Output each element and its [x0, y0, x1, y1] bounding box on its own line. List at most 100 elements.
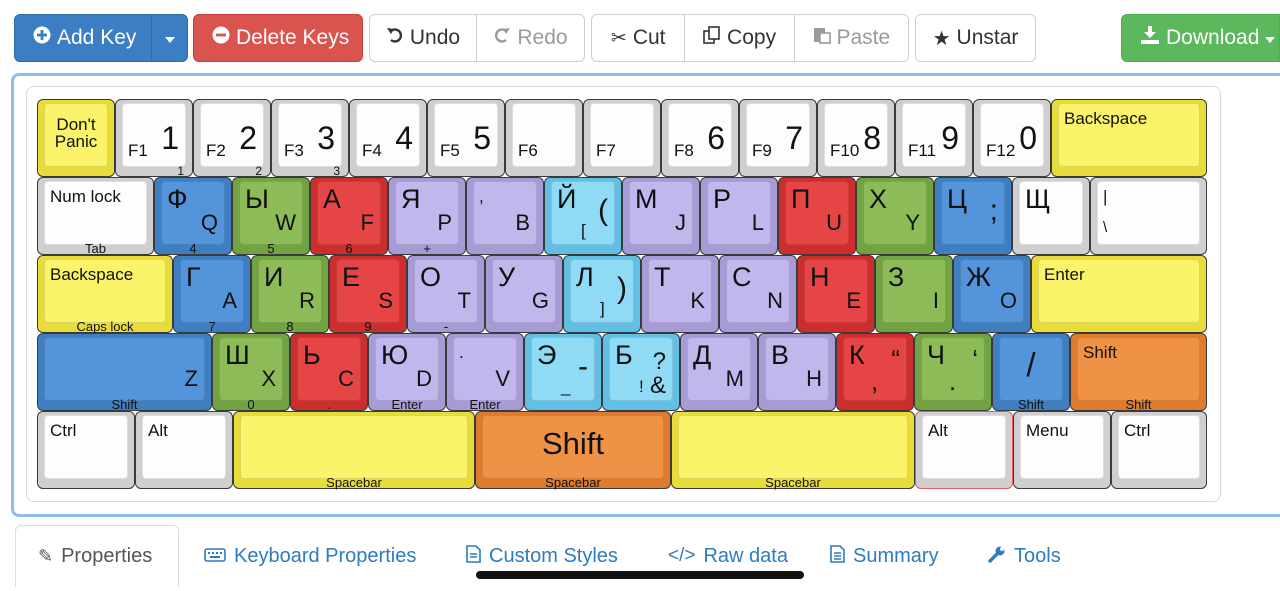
key-number-label: 5 — [473, 120, 491, 156]
delete-keys-button[interactable]: Delete Keys — [193, 14, 363, 62]
keycap[interactable]: К “, — [836, 333, 914, 411]
keycap[interactable]: F3 3 3 — [271, 99, 349, 177]
keycap[interactable]: . ЬC — [290, 333, 368, 411]
keycap[interactable]: | \ — [1090, 177, 1207, 255]
key-front-label: + — [423, 241, 431, 256]
key-primary-label: Backspace — [50, 265, 134, 284]
download-button[interactable]: Download — [1121, 14, 1280, 62]
add-key-button[interactable]: Add Key — [14, 14, 152, 62]
keycap[interactable]: ТK — [641, 255, 719, 333]
key-primary-label: Enter — [1044, 265, 1085, 284]
key-center-label: / — [1026, 346, 1036, 383]
keycap[interactable]: Tab Num lock — [37, 177, 154, 255]
key-secondary-label: P — [437, 210, 452, 235]
paste-button[interactable]: Paste — [795, 15, 908, 61]
keycap[interactable]: F9 7 — [739, 99, 817, 177]
keycap[interactable]: Й ([ — [544, 177, 622, 255]
keycap[interactable]: Ctrl — [1111, 411, 1207, 489]
keycap[interactable]: + Я P — [388, 177, 466, 255]
key-secondary-label: W — [275, 210, 296, 235]
keycap[interactable]: МJ — [622, 177, 700, 255]
key-primary-label: Т — [654, 262, 671, 292]
redo-button[interactable]: Redo — [477, 15, 584, 61]
key-secondary-label: “ — [891, 344, 900, 374]
keycap[interactable]: 5 ЫW — [232, 177, 310, 255]
keycap[interactable]: ПU — [778, 177, 856, 255]
keycap[interactable]: Spacebar — [233, 411, 475, 489]
keycap[interactable]: ,B — [466, 177, 544, 255]
keycap[interactable]: Ctrl — [37, 411, 135, 489]
keycap[interactable]: ЗI — [875, 255, 953, 333]
keycap[interactable]: Alt — [915, 411, 1013, 489]
tab-keyboard-properties[interactable]: Keyboard Properties — [204, 525, 416, 587]
keycap[interactable]: F2 2 2 — [193, 99, 271, 177]
keycap[interactable]: F8 6 — [661, 99, 739, 177]
key-alt-label: ! — [639, 377, 644, 396]
keycap[interactable]: Л)] — [563, 255, 641, 333]
keycap[interactable]: Shift / — [992, 333, 1070, 411]
keycap[interactable]: Shift Z — [37, 333, 212, 411]
key-secondary-label: U — [826, 210, 842, 235]
copy-button[interactable]: Copy — [685, 15, 795, 61]
keycap[interactable]: 6 АF — [310, 177, 388, 255]
keycap[interactable]: F1 1 1 — [115, 99, 193, 177]
keycap[interactable]: F5 5 — [427, 99, 505, 177]
keycap[interactable]: Ч ‘. — [914, 333, 992, 411]
keycap[interactable]: F12 0 — [973, 99, 1051, 177]
keycap[interactable]: 7 ГA — [173, 255, 251, 333]
keycap[interactable]: Щ — [1012, 177, 1090, 255]
key-function-label: F3 — [284, 141, 304, 160]
keycap[interactable]: Enter Ю D — [368, 333, 446, 411]
key-front-label: 5 — [267, 241, 275, 256]
keycap[interactable]: Shift Shift — [1070, 333, 1207, 411]
keycap[interactable]: Alt — [135, 411, 233, 489]
keycap[interactable]: Don't Panic — [37, 99, 115, 177]
keycap[interactable]: Enter. V — [446, 333, 524, 411]
keycap[interactable]: F4 4 — [349, 99, 427, 177]
tab-tools[interactable]: Tools — [988, 525, 1061, 587]
key-primary-label: О — [420, 262, 442, 292]
keycap[interactable]: ХY — [856, 177, 934, 255]
keycap[interactable]: - ОT — [407, 255, 485, 333]
keycap[interactable]: ВH — [758, 333, 836, 411]
caret-down-icon — [1265, 26, 1276, 50]
keycap[interactable]: РL — [700, 177, 778, 255]
tab-summary[interactable]: Summary — [830, 525, 939, 587]
key-secondary-label: Z — [184, 366, 198, 391]
unstar-button[interactable]: ★ Unstar — [915, 14, 1036, 62]
cut-button[interactable]: ✂ Cut — [592, 15, 686, 61]
key-number-label: 0 — [1019, 120, 1037, 156]
keycap[interactable]: Б? &! — [602, 333, 680, 411]
keycap[interactable]: 8 ИR — [251, 255, 329, 333]
keycap[interactable]: Ц; — [934, 177, 1012, 255]
keycap-top — [678, 415, 908, 479]
keycap[interactable]: 0 ШX — [212, 333, 290, 411]
keycap[interactable]: Enter — [1031, 255, 1207, 333]
keycap[interactable]: ДM — [680, 333, 758, 411]
undo-button[interactable]: Undo — [370, 15, 477, 61]
keycap[interactable]: Spacebar — [671, 411, 915, 489]
keycap[interactable]: Caps lock Backspace — [37, 255, 173, 333]
add-key-dropdown-button[interactable] — [151, 14, 188, 62]
keycap[interactable]: F10 8 — [817, 99, 895, 177]
key-primary-label: Щ — [1025, 184, 1051, 214]
key-function-label: F10 — [830, 141, 860, 160]
keycap[interactable]: НE — [797, 255, 875, 333]
key-function-label: F6 — [518, 141, 538, 160]
key-secondary-label: & — [649, 372, 666, 399]
keycap[interactable]: Spacebar Shift — [475, 411, 671, 489]
keycap[interactable]: Menu — [1013, 411, 1111, 489]
undo-redo-group: Undo Redo — [369, 14, 585, 62]
key-number-label: 4 — [395, 120, 413, 156]
keycap[interactable]: F11 9 — [895, 99, 973, 177]
keycap[interactable]: Backspace — [1051, 99, 1207, 177]
keycap[interactable]: F6 — [505, 99, 583, 177]
keycap[interactable]: СN — [719, 255, 797, 333]
tab-properties[interactable]: ✎ Properties — [15, 525, 179, 587]
keycap[interactable]: УG — [485, 255, 563, 333]
keycap[interactable]: 4 ФQ — [154, 177, 232, 255]
keycap[interactable]: ЖO — [953, 255, 1031, 333]
keycap[interactable]: 9 ЕS — [329, 255, 407, 333]
keycap[interactable]: F7 — [583, 99, 661, 177]
keycap[interactable]: Э - _ — [524, 333, 602, 411]
